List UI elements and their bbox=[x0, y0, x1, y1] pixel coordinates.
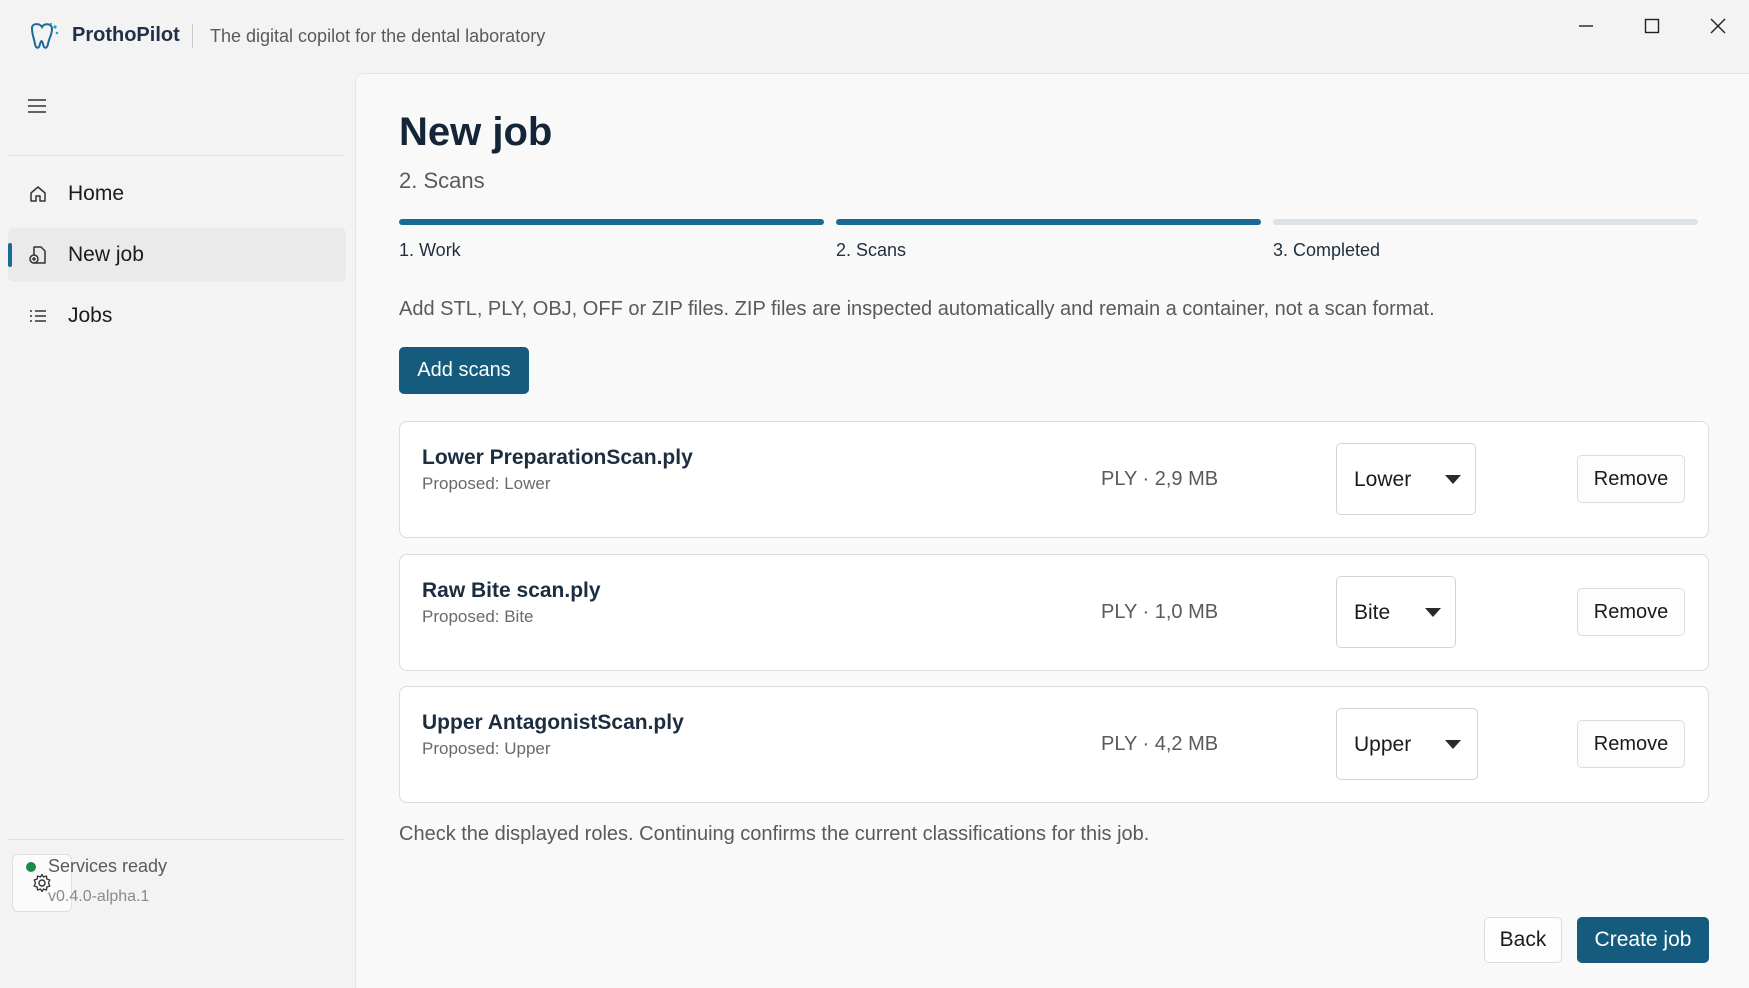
step-progress-bar-completed bbox=[1273, 219, 1698, 225]
step-progress-bar-scans bbox=[836, 219, 1261, 225]
sidebar-item-home[interactable]: Home bbox=[8, 167, 346, 221]
maximize-icon bbox=[1644, 18, 1660, 34]
sidebar-item-label: Jobs bbox=[68, 304, 113, 327]
remove-scan-button[interactable]: Remove bbox=[1577, 588, 1685, 636]
role-select[interactable]: Upper bbox=[1336, 708, 1478, 780]
confirm-text: Check the displayed roles. Continuing co… bbox=[399, 823, 1150, 845]
scan-file-meta: PLY · 2,9 MB bbox=[1101, 468, 1219, 490]
home-icon bbox=[26, 182, 50, 206]
remove-scan-button[interactable]: Remove bbox=[1577, 720, 1685, 768]
sidebar-item-label: Home bbox=[68, 182, 125, 205]
step-label-scans: 2. Scans bbox=[836, 240, 907, 260]
scan-card: Lower PreparationScan.ply Proposed: Lowe… bbox=[399, 421, 1709, 538]
close-icon bbox=[1710, 18, 1726, 34]
role-select[interactable]: Lower bbox=[1336, 443, 1476, 515]
hamburger-icon bbox=[28, 99, 46, 113]
role-select[interactable]: Bite bbox=[1336, 576, 1456, 648]
page-subtitle: 2. Scans bbox=[399, 168, 485, 193]
role-select-value: Upper bbox=[1354, 733, 1412, 756]
dropdown-arrow-icon bbox=[1425, 608, 1441, 617]
remove-scan-button[interactable]: Remove bbox=[1577, 455, 1685, 503]
document-plus-icon bbox=[26, 243, 50, 267]
list-icon bbox=[26, 304, 50, 328]
active-indicator bbox=[8, 243, 12, 267]
title-separator bbox=[192, 24, 193, 48]
scan-proposed-role: Proposed: Bite bbox=[422, 607, 534, 626]
page-title: New job bbox=[399, 110, 553, 154]
minimize-button[interactable] bbox=[1556, 6, 1616, 46]
dropdown-arrow-icon bbox=[1445, 740, 1461, 749]
sidebar: Home New job Jobs bbox=[0, 73, 356, 988]
scan-file-name: Upper AntagonistScan.ply bbox=[422, 711, 684, 734]
hamburger-menu-button[interactable] bbox=[22, 91, 52, 121]
sidebar-item-jobs[interactable]: Jobs bbox=[8, 289, 346, 343]
sidebar-divider bbox=[8, 155, 344, 156]
scan-file-name: Lower PreparationScan.ply bbox=[422, 446, 693, 469]
maximize-button[interactable] bbox=[1622, 6, 1682, 46]
status-text: Services ready bbox=[48, 856, 168, 876]
sidebar-divider bbox=[8, 839, 344, 840]
app-name: ProthoPilot bbox=[72, 24, 180, 46]
instructions-text: Add STL, PLY, OBJ, OFF or ZIP files. ZIP… bbox=[399, 298, 1435, 320]
step-label-completed: 3. Completed bbox=[1273, 240, 1381, 260]
main-panel: New job 2. Scans 1. Work 2. Scans 3. Com… bbox=[355, 73, 1749, 988]
add-scans-button[interactable]: Add scans bbox=[399, 347, 529, 394]
step-label-work: 1. Work bbox=[399, 240, 461, 260]
sidebar-item-new-job[interactable]: New job bbox=[8, 228, 346, 282]
tooth-logo-icon bbox=[26, 22, 60, 52]
sidebar-item-label: New job bbox=[68, 243, 144, 266]
title-bar: ProthoPilot The digital copilot for the … bbox=[0, 0, 1749, 73]
version-text: v0.4.0-alpha.1 bbox=[48, 888, 150, 905]
scan-card: Raw Bite scan.ply Proposed: Bite PLY · 1… bbox=[399, 554, 1709, 671]
app-tagline: The digital copilot for the dental labor… bbox=[210, 26, 546, 46]
scan-file-meta: PLY · 1,0 MB bbox=[1101, 601, 1219, 623]
scan-file-name: Raw Bite scan.ply bbox=[422, 579, 601, 602]
minimize-icon bbox=[1579, 25, 1593, 27]
back-button[interactable]: Back bbox=[1484, 917, 1562, 963]
scan-card: Upper AntagonistScan.ply Proposed: Upper… bbox=[399, 686, 1709, 803]
role-select-value: Bite bbox=[1354, 601, 1391, 624]
create-job-button[interactable]: Create job bbox=[1577, 917, 1709, 963]
scan-proposed-role: Proposed: Upper bbox=[422, 739, 551, 758]
scan-proposed-role: Proposed: Lower bbox=[422, 474, 551, 493]
dropdown-arrow-icon bbox=[1445, 475, 1461, 484]
status-indicator bbox=[26, 862, 36, 872]
role-select-value: Lower bbox=[1354, 468, 1412, 491]
close-button[interactable] bbox=[1688, 6, 1748, 46]
scan-file-meta: PLY · 4,2 MB bbox=[1101, 733, 1219, 755]
step-progress-bar-work bbox=[399, 219, 824, 225]
